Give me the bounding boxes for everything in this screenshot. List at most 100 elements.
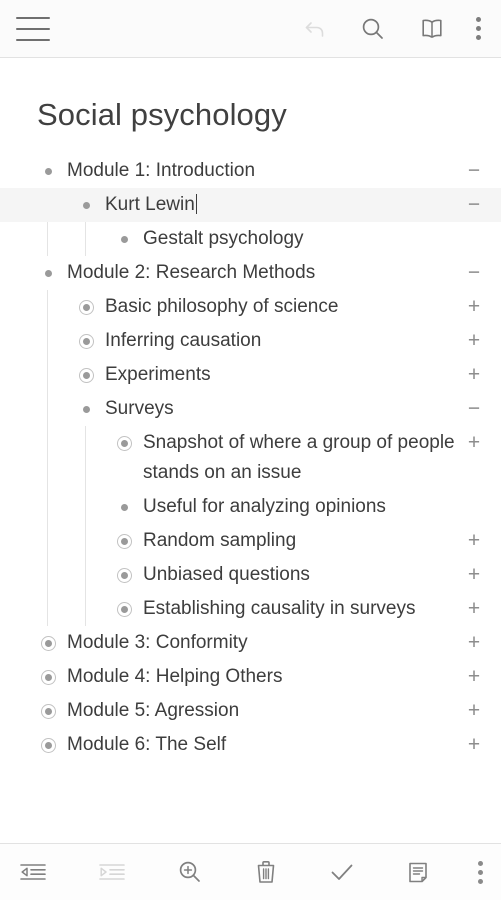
outline-bullet-button[interactable] (75, 188, 97, 222)
indent-button[interactable] (95, 857, 129, 887)
outline-bullet-button[interactable] (113, 490, 135, 524)
outline-row-body: Random sampling (0, 524, 461, 558)
collapse-toggle[interactable]: − (461, 188, 487, 222)
collapsed-bullet-icon (40, 669, 56, 685)
outline-row-label[interactable]: Gestalt psychology (135, 222, 461, 256)
outline-row[interactable]: Kurt Lewin − (0, 188, 501, 223)
undo-button[interactable] (300, 14, 330, 44)
outline-row-label[interactable]: Module 4: Helping Others (59, 660, 461, 694)
search-button[interactable] (358, 14, 388, 44)
outline-row-label[interactable]: Module 6: The Self (59, 728, 461, 762)
collapse-toggle[interactable]: − (461, 392, 487, 426)
outline-row[interactable]: Experiments + (0, 358, 501, 392)
outline-row[interactable]: Establishing causality in surveys + (0, 592, 501, 626)
top-more-menu-button[interactable] (476, 17, 481, 40)
outline-bullet-button[interactable] (75, 324, 97, 358)
outline-row[interactable]: Basic philosophy of science + (0, 290, 501, 324)
outline-row[interactable]: Gestalt psychology (0, 222, 501, 256)
outline-row-body: Experiments (0, 358, 461, 392)
outline-row-label[interactable]: Module 2: Research Methods (59, 256, 461, 290)
expand-toggle[interactable]: + (461, 558, 487, 592)
text-cursor (195, 194, 197, 215)
undo-icon (305, 21, 324, 37)
outline-row-label[interactable]: Module 3: Conformity (59, 626, 461, 660)
outline-bullet-button[interactable] (75, 290, 97, 324)
book-button[interactable] (416, 14, 448, 44)
outline-bullet-button[interactable] (37, 694, 59, 728)
expand-toggle[interactable]: + (461, 626, 487, 660)
outline-row[interactable]: Module 5: Agression + (0, 694, 501, 728)
outline-row-label[interactable]: Basic philosophy of science (97, 290, 461, 324)
outline-row[interactable]: Surveys − (0, 392, 501, 426)
outline-bullet-button[interactable] (113, 426, 135, 460)
outline-row[interactable]: Module 2: Research Methods − (0, 256, 501, 290)
more-vertical-icon (478, 860, 483, 884)
outline-row[interactable]: Inferring causation + (0, 324, 501, 358)
outline-row-label[interactable]: Useful for analyzing opinions (135, 490, 461, 524)
page-title[interactable]: Social psychology (0, 96, 501, 133)
outline-bullet-button[interactable] (75, 392, 97, 426)
bottom-more-menu-button[interactable] (478, 860, 483, 884)
outline-row[interactable]: Module 3: Conformity + (0, 626, 501, 660)
outline-bullet-button[interactable] (75, 358, 97, 392)
collapsed-bullet-icon (40, 737, 56, 753)
hamburger-menu-button[interactable] (16, 16, 50, 41)
outline-bullet-button[interactable] (113, 558, 135, 592)
zoom-in-button[interactable] (174, 857, 206, 887)
collapsed-bullet-icon (116, 533, 132, 549)
document-content: Social psychology Module 1: Introduction… (0, 58, 501, 843)
outline-bullet-button[interactable] (37, 660, 59, 694)
outline-row-label[interactable]: Inferring causation (97, 324, 461, 358)
outline-row-label[interactable]: Establishing causality in surveys (135, 592, 461, 626)
outdent-button[interactable] (16, 857, 50, 887)
outline-row-body: Gestalt psychology (0, 222, 461, 256)
outline-bullet-button[interactable] (37, 728, 59, 762)
outliner-app: Social psychology Module 1: Introduction… (0, 0, 501, 900)
collapse-toggle[interactable]: − (461, 154, 487, 188)
outline-row[interactable]: Snapshot of where a group of people stan… (0, 426, 501, 490)
expand-toggle[interactable]: + (461, 324, 487, 358)
expand-toggle[interactable]: + (461, 660, 487, 694)
outline-bullet-button[interactable] (113, 592, 135, 626)
outline-row-label[interactable]: Module 1: Introduction (59, 154, 461, 188)
expand-toggle[interactable]: + (461, 524, 487, 558)
outline-bullet-button[interactable] (113, 222, 135, 256)
outline-row-label[interactable]: Snapshot of where a group of people stan… (135, 426, 461, 490)
outline-row[interactable]: Module 6: The Self + (0, 728, 501, 762)
outline-row-label[interactable]: Random sampling (135, 524, 461, 558)
outline-row-label[interactable]: Unbiased questions (135, 558, 461, 592)
outline-row-body: Unbiased questions (0, 558, 461, 592)
outline-row[interactable]: Module 1: Introduction − (0, 154, 501, 188)
outline-bullet-button[interactable] (37, 256, 59, 290)
outline-row[interactable]: Module 4: Helping Others + (0, 660, 501, 694)
expand-toggle[interactable]: + (461, 728, 487, 762)
outline-row-label[interactable]: Experiments (97, 358, 461, 392)
outline-bullet-button[interactable] (113, 524, 135, 558)
expand-toggle[interactable]: + (461, 694, 487, 728)
outline-row-label[interactable]: Module 5: Agression (59, 694, 461, 728)
expand-toggle[interactable]: + (461, 592, 487, 626)
expand-toggle[interactable]: + (461, 290, 487, 324)
top-toolbar-actions (300, 14, 487, 44)
outline-bullet-button[interactable] (37, 154, 59, 188)
outline-list: Module 1: Introduction − Kurt Lewin − Gestal… (0, 154, 501, 762)
note-button[interactable] (403, 857, 433, 887)
outline-row[interactable]: Random sampling + (0, 524, 501, 558)
zoom-in-icon (179, 861, 200, 882)
bullet-icon (82, 405, 90, 413)
expand-toggle[interactable]: + (461, 358, 487, 392)
outline-row[interactable]: Unbiased questions + (0, 558, 501, 592)
collapse-toggle[interactable]: − (461, 256, 487, 290)
outline-row-body: Module 1: Introduction (0, 154, 461, 188)
outline-row-label[interactable]: Surveys (97, 392, 461, 426)
bullet-icon (120, 503, 128, 511)
expand-toggle[interactable]: + (461, 426, 487, 460)
outline-bullet-button[interactable] (37, 626, 59, 660)
delete-button[interactable] (251, 856, 281, 888)
outline-row-body: Module 5: Agression (0, 694, 461, 728)
collapsed-bullet-icon (78, 333, 94, 349)
complete-button[interactable] (326, 857, 358, 887)
outline-row-label[interactable]: Kurt Lewin (97, 188, 461, 222)
outline-row-body: Snapshot of where a group of people stan… (0, 426, 461, 490)
outline-row[interactable]: Useful for analyzing opinions (0, 490, 501, 524)
